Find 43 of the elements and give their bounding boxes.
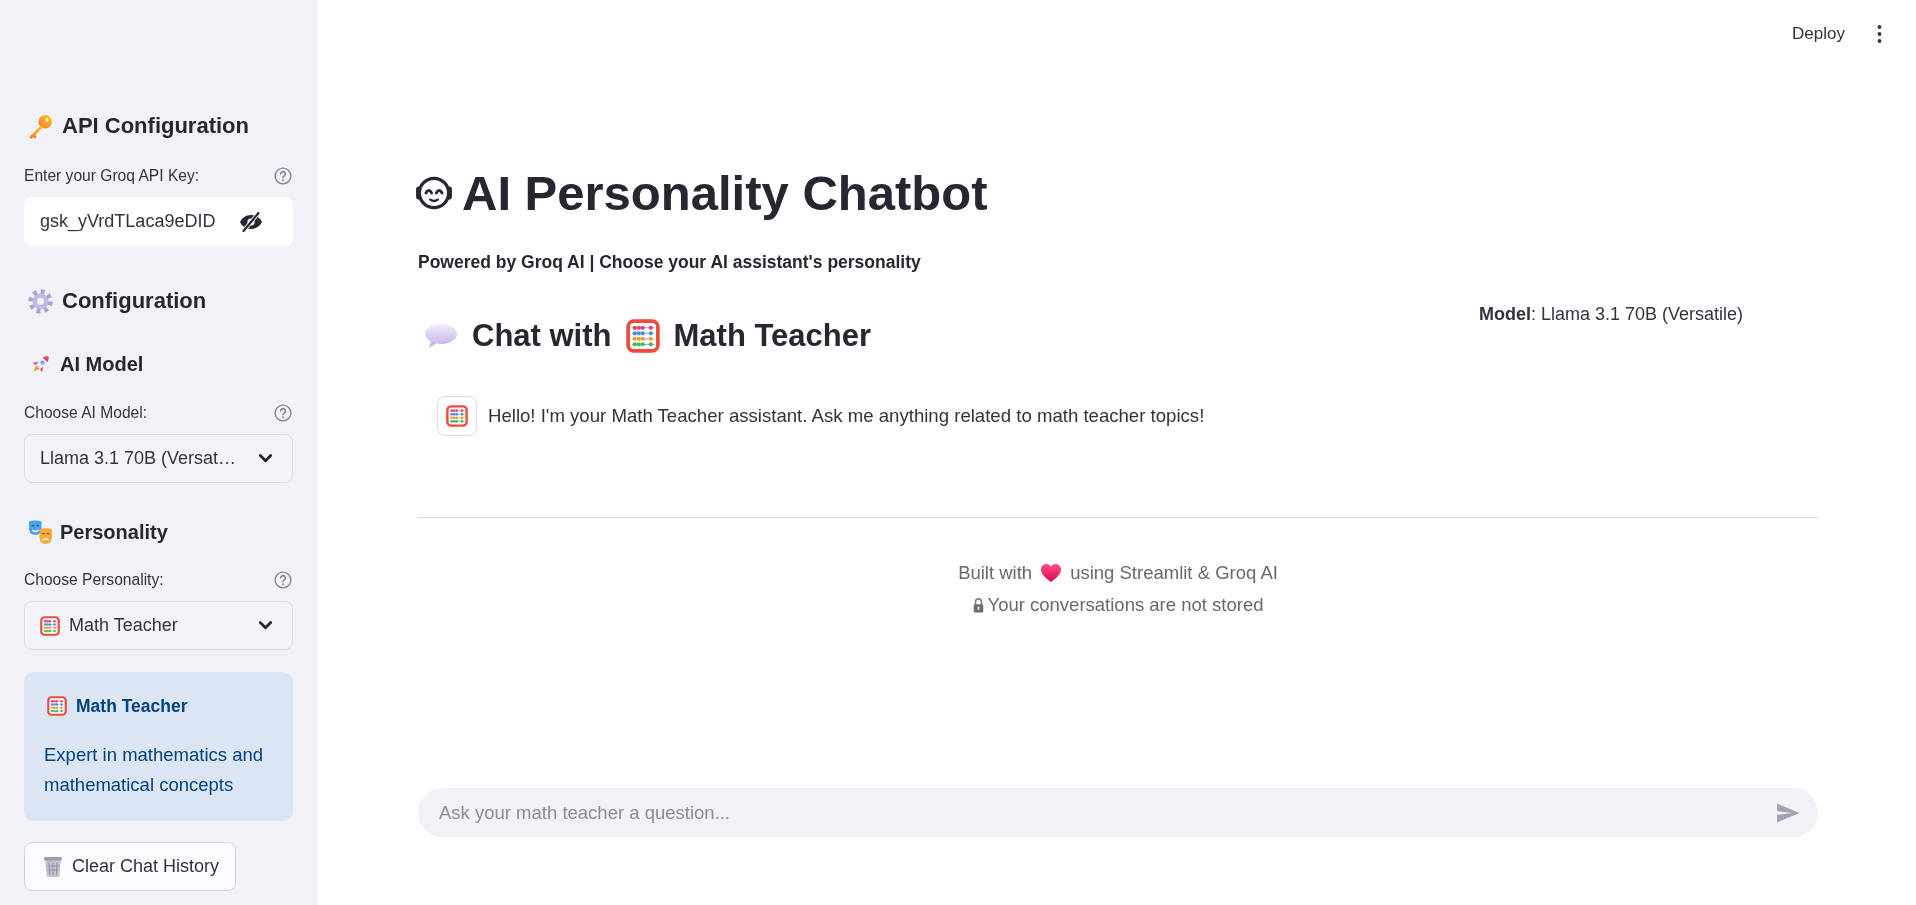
chevron-down-icon (259, 621, 272, 630)
chat-heading: Chat with (472, 317, 612, 355)
speech-bubble-icon (424, 323, 458, 349)
send-icon[interactable] (1776, 802, 1800, 823)
page-title: AI Personality Chatbot (462, 165, 988, 221)
personality-select[interactable]: Math Teacher (24, 601, 293, 650)
section-heading: Personality (60, 520, 168, 545)
api-key-field[interactable]: gsk_yVrdTLaca9eDID (24, 197, 293, 246)
abacus-icon (40, 615, 60, 636)
help-icon[interactable] (274, 167, 292, 185)
deploy-button[interactable]: Deploy (1790, 20, 1847, 48)
eye-slash-icon[interactable] (239, 211, 263, 232)
model-select[interactable]: Llama 3.1 70B (Versat… (24, 434, 293, 483)
section-heading: AI Model (60, 352, 144, 377)
footer-text: using Streamlit & Groq AI (1070, 561, 1278, 585)
persona-name: Math Teacher (673, 317, 872, 355)
chevron-down-icon (259, 454, 272, 463)
section-heading: Configuration (62, 287, 207, 315)
subtitle: Powered by Groq AI | Choose your AI assistant's personality (418, 251, 922, 273)
abacus-icon (625, 319, 660, 353)
privacy-note: Your conversations are not stored (987, 593, 1264, 617)
clear-history-button[interactable]: Clear Chat History (24, 842, 237, 891)
abacus-icon (47, 696, 67, 716)
field-label: Choose AI Model: (24, 404, 148, 422)
key-icon (28, 113, 53, 139)
footer-text: Built with (958, 561, 1033, 585)
message-text: Hello! I'm your Math Teacher assistant. Ask me anything related to math teacher topics! (488, 404, 1205, 428)
abacus-avatar-icon (437, 396, 477, 436)
section-heading: API Configuration (62, 112, 249, 140)
help-icon[interactable] (274, 571, 292, 589)
field-label: Choose Personality: (24, 571, 164, 589)
model-info: Model: Llama 3.1 70B (Versatile) (1479, 303, 1745, 326)
card-title: Math Teacher (76, 695, 188, 717)
menu-icon[interactable] (1877, 25, 1882, 43)
gear-icon (28, 288, 53, 314)
heart-icon (1040, 563, 1063, 583)
lock-icon (972, 597, 984, 613)
help-icon[interactable] (274, 404, 292, 422)
card-description: Expert in mathematics and mathematical concepts (44, 743, 265, 797)
field-label: Enter your Groq API Key: (24, 167, 200, 185)
theater-masks-icon (28, 519, 53, 545)
robot-face-icon (415, 176, 453, 210)
wastebasket-icon (43, 855, 63, 878)
